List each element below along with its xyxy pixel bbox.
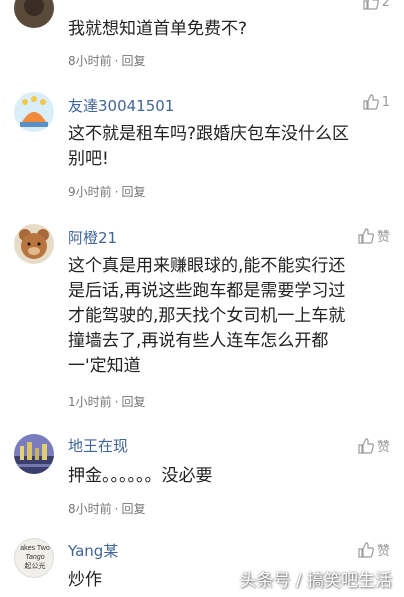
username[interactable]: 阿橙21 — [68, 227, 117, 248]
comment-time: 9小时前 — [68, 185, 112, 199]
comment-time: 8小时前 — [68, 502, 112, 516]
user-avatar[interactable] — [14, 0, 54, 28]
comment-time: 8小时前 — [68, 54, 112, 68]
user-avatar[interactable]: akes Two Tango 起公光 — [14, 538, 54, 578]
username[interactable]: Yang某 — [68, 540, 118, 561]
thumbs-up-icon — [358, 541, 374, 558]
like-label: 赞 — [376, 440, 390, 455]
reply-button[interactable]: 回复 — [121, 502, 145, 516]
thumbs-up-icon — [358, 227, 374, 244]
watermark: 头条号 / 搞笑吧生活 — [239, 571, 392, 591]
user-avatar[interactable] — [14, 224, 54, 264]
like-count: 2 — [381, 0, 390, 10]
comment-meta: 8小时前 · 回复 — [68, 502, 146, 516]
username[interactable]: 友達30041501 — [68, 95, 174, 116]
like-button[interactable]: 赞 — [358, 436, 390, 455]
comment-meta: 9小时前 · 回复 — [68, 185, 146, 199]
comment-content: 这个真是用来赚眼球的,能不能实行还 是后话,再说这些跑车都是需要学习过 才能驾驶… — [68, 256, 346, 376]
avatar-text: 起公光 — [24, 563, 46, 570]
comment-content: 这不就是租车吗?跟婚庆包车没什么区 别吧! — [68, 124, 350, 169]
avatar-text: akes Two — [20, 545, 50, 552]
avatar-text: Tango — [25, 554, 45, 561]
comment-content: 押金。。。。。。没必要 — [68, 466, 213, 486]
comment-meta: 1小时前 · 回复 — [68, 395, 146, 409]
comment-meta: 8小时前 · 回复 — [68, 54, 146, 68]
like-count: 1 — [381, 94, 390, 110]
thumbs-up-icon — [363, 94, 379, 110]
like-button[interactable]: 1 — [363, 94, 390, 110]
comment-content: 我就想知道首单免费不? — [68, 19, 248, 39]
user-avatar[interactable] — [14, 434, 54, 474]
user-avatar[interactable] — [14, 92, 54, 132]
like-button[interactable]: 赞 — [358, 226, 390, 245]
comment-time: 1小时前 — [68, 395, 112, 409]
thumbs-up-icon — [363, 0, 379, 10]
reply-button[interactable]: 回复 — [121, 54, 145, 68]
reply-button[interactable]: 回复 — [121, 185, 145, 199]
like-label: 赞 — [376, 544, 390, 559]
thumbs-up-icon — [358, 437, 374, 454]
username[interactable]: 地王在现 — [68, 435, 128, 456]
like-button[interactable]: 赞 — [358, 540, 390, 559]
like-label: 赞 — [376, 230, 390, 245]
reply-button[interactable]: 回复 — [121, 395, 145, 409]
like-button[interactable]: 2 — [363, 0, 390, 10]
